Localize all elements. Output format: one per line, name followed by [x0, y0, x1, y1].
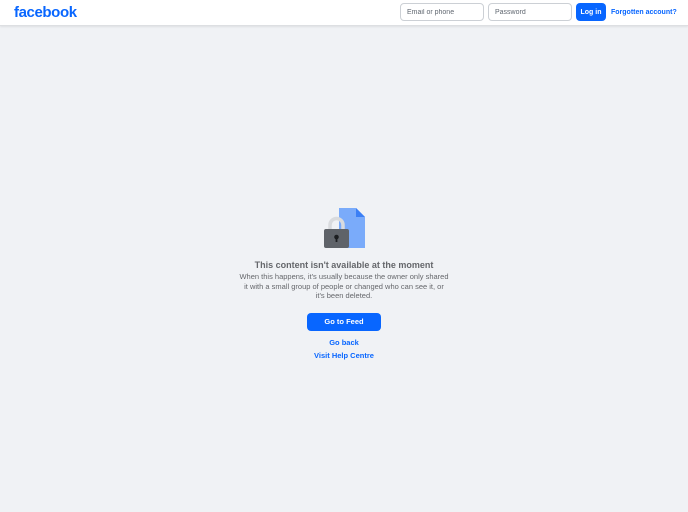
help-centre-link[interactable]: Visit Help Centre	[0, 351, 688, 361]
go-back-link[interactable]: Go back	[0, 338, 688, 348]
email-input[interactable]	[400, 3, 484, 21]
unavailable-description: When this happens, it's usually because …	[239, 272, 449, 300]
top-navigation-bar: facebook Log in Forgotten account?	[0, 0, 688, 26]
lock-document-icon	[324, 208, 365, 248]
content-unavailable-panel: This content isn't available at the mome…	[0, 205, 688, 361]
unavailable-title: This content isn't available at the mome…	[254, 260, 434, 270]
go-to-feed-button[interactable]: Go to Feed	[307, 312, 381, 331]
keyhole-stem	[335, 237, 338, 242]
facebook-logo[interactable]: facebook	[14, 4, 77, 21]
document-fold	[356, 208, 365, 217]
login-button[interactable]: Log in	[576, 3, 606, 21]
password-input[interactable]	[488, 3, 572, 21]
forgotten-account-link[interactable]: Forgotten account?	[611, 8, 677, 17]
